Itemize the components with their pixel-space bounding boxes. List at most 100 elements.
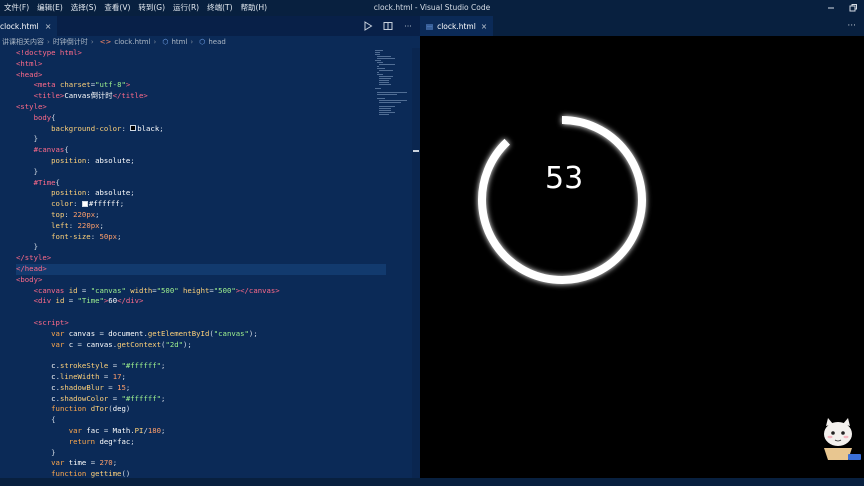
menu-help[interactable]: 帮助(H) xyxy=(237,0,272,16)
code-token: 17 xyxy=(112,372,122,381)
code-line[interactable]: var canvas = document.getElementById("ca… xyxy=(16,329,258,340)
code-line[interactable]: position: absolute; xyxy=(16,188,135,199)
menu-file[interactable]: 文件(F) xyxy=(0,0,33,16)
code-token: "500" xyxy=(156,285,179,295)
code-token: ; xyxy=(130,436,135,446)
code-line[interactable]: <html> xyxy=(16,59,42,70)
code-token: dTor xyxy=(90,404,109,414)
code-line[interactable]: <!doctype html> xyxy=(16,48,82,59)
code-line[interactable]: <canvas id = "canvas" width="500" height… xyxy=(16,286,280,297)
code-line[interactable]: #canvas{ xyxy=(16,145,69,156)
code-line[interactable]: } xyxy=(16,448,55,459)
tab-clock-html[interactable]: clock.html × xyxy=(0,16,58,36)
menu-run[interactable]: 运行(R) xyxy=(169,0,203,16)
code-line[interactable]: <meta charset="utf-8"> xyxy=(16,80,131,91)
run-button[interactable] xyxy=(362,20,374,32)
code-line[interactable]: return deg*fac; xyxy=(16,437,135,448)
code-line[interactable]: c.strokeStyle = "#ffffff"; xyxy=(16,361,165,372)
code-line[interactable]: <title>Canvas倒计时</title> xyxy=(16,91,148,102)
code-token: id xyxy=(68,285,78,295)
code-token: <div xyxy=(33,296,56,306)
breadcrumb-head[interactable]: head xyxy=(208,38,225,46)
code-line[interactable]: </head> xyxy=(16,264,386,275)
code-line[interactable]: <body> xyxy=(16,275,42,286)
code-line[interactable]: function dTor(deg) xyxy=(16,404,130,415)
menu-view[interactable]: 查看(V) xyxy=(100,0,134,16)
menu-go[interactable]: 转到(G) xyxy=(134,0,169,16)
color-swatch[interactable]: #ffffff xyxy=(81,200,88,207)
tab-preview-clock-html[interactable]: ▤ clock.html × xyxy=(420,16,494,36)
breadcrumb-html[interactable]: html xyxy=(171,38,187,46)
code-token: shadowColor xyxy=(59,393,109,403)
element-icon: ⬡ xyxy=(199,38,206,46)
code-line[interactable]: body{ xyxy=(16,113,56,124)
tab-close-icon[interactable]: × xyxy=(45,22,52,31)
code-line[interactable]: font-size: 50px; xyxy=(16,232,121,243)
code-token: = xyxy=(99,372,113,381)
code-token: var xyxy=(51,328,69,338)
code-line[interactable]: } xyxy=(16,242,38,253)
code-token: 180 xyxy=(147,426,162,435)
code-line[interactable]: c.lineWidth = 17; xyxy=(16,372,126,383)
code-line[interactable]: <head> xyxy=(16,70,42,81)
code-line[interactable]: } xyxy=(16,134,38,145)
code-line[interactable]: </style> xyxy=(16,253,51,264)
breadcrumb-folder-1[interactable]: 讲课相关内容 xyxy=(2,37,44,47)
code-line[interactable]: <style> xyxy=(16,102,47,113)
code-token: background-color xyxy=(51,123,122,133)
code-line[interactable]: left: 220px; xyxy=(16,221,104,232)
code-token: ); xyxy=(183,339,192,349)
breadcrumb-file[interactable]: clock.html xyxy=(114,38,150,46)
code-token: 60 xyxy=(108,296,118,306)
code-token: <script> xyxy=(33,318,69,327)
code-token: ; xyxy=(119,199,125,209)
code-line[interactable]: } xyxy=(16,167,38,178)
code-line[interactable]: c.shadowBlur = 15; xyxy=(16,383,130,394)
code-line[interactable]: <div id = "Time">60</div> xyxy=(16,296,144,307)
code-line[interactable]: color: #ffffff#ffffff; xyxy=(16,199,124,210)
minimap[interactable] xyxy=(373,48,413,118)
code-token: ); xyxy=(248,328,258,338)
menu-selection[interactable]: 选择(S) xyxy=(67,0,101,16)
code-token: <style> xyxy=(16,102,47,111)
code-line[interactable]: top: 220px; xyxy=(16,210,99,221)
breadcrumb-folder-2[interactable]: 时钟倒计时 xyxy=(53,37,88,47)
code-line[interactable]: background-color: #000000black; xyxy=(16,123,163,135)
more-actions-button[interactable]: ··· xyxy=(847,16,856,36)
code-line[interactable]: var time = 270; xyxy=(16,458,117,469)
code-line[interactable]: c.shadowColor = "#ffffff"; xyxy=(16,394,165,405)
code-token: ; xyxy=(161,426,166,435)
menu-terminal[interactable]: 终端(T) xyxy=(203,0,236,16)
minimize-icon xyxy=(828,7,834,9)
code-line[interactable]: #Time{ xyxy=(16,178,60,189)
code-line[interactable]: <script> xyxy=(16,318,69,329)
code-line[interactable]: position: absolute; xyxy=(16,156,135,167)
code-token: "#ffffff" xyxy=(121,361,162,371)
code-line[interactable]: var fac = Math.PI/180; xyxy=(16,426,166,437)
countdown-arc xyxy=(478,116,646,284)
code-token: = xyxy=(103,382,118,392)
vertical-scrollbar[interactable] xyxy=(412,48,420,478)
tab-close-icon[interactable]: × xyxy=(481,22,487,31)
code-token: "2d" xyxy=(165,339,184,349)
code-line[interactable]: { xyxy=(16,415,55,426)
restore-button[interactable] xyxy=(842,0,864,16)
split-editor-button[interactable] xyxy=(382,20,394,32)
code-token: 220px xyxy=(73,210,96,219)
code-line[interactable]: var c = canvas.getContext("2d"); xyxy=(16,340,192,351)
minimize-button[interactable] xyxy=(820,0,842,16)
code-token: ></canvas> xyxy=(235,285,280,295)
menu-edit[interactable]: 编辑(E) xyxy=(33,0,67,16)
code-token: : xyxy=(68,220,78,230)
code-token: "#ffffff" xyxy=(121,393,162,403)
color-swatch[interactable]: #000000 xyxy=(130,125,137,132)
more-actions-button[interactable]: ··· xyxy=(402,20,414,32)
code-editor[interactable]: <!doctype html> <html> <head> <meta charse… xyxy=(0,48,386,478)
code-token: </title> xyxy=(112,91,148,101)
code-token: <head> xyxy=(16,69,43,79)
code-token: "Time" xyxy=(77,296,104,306)
